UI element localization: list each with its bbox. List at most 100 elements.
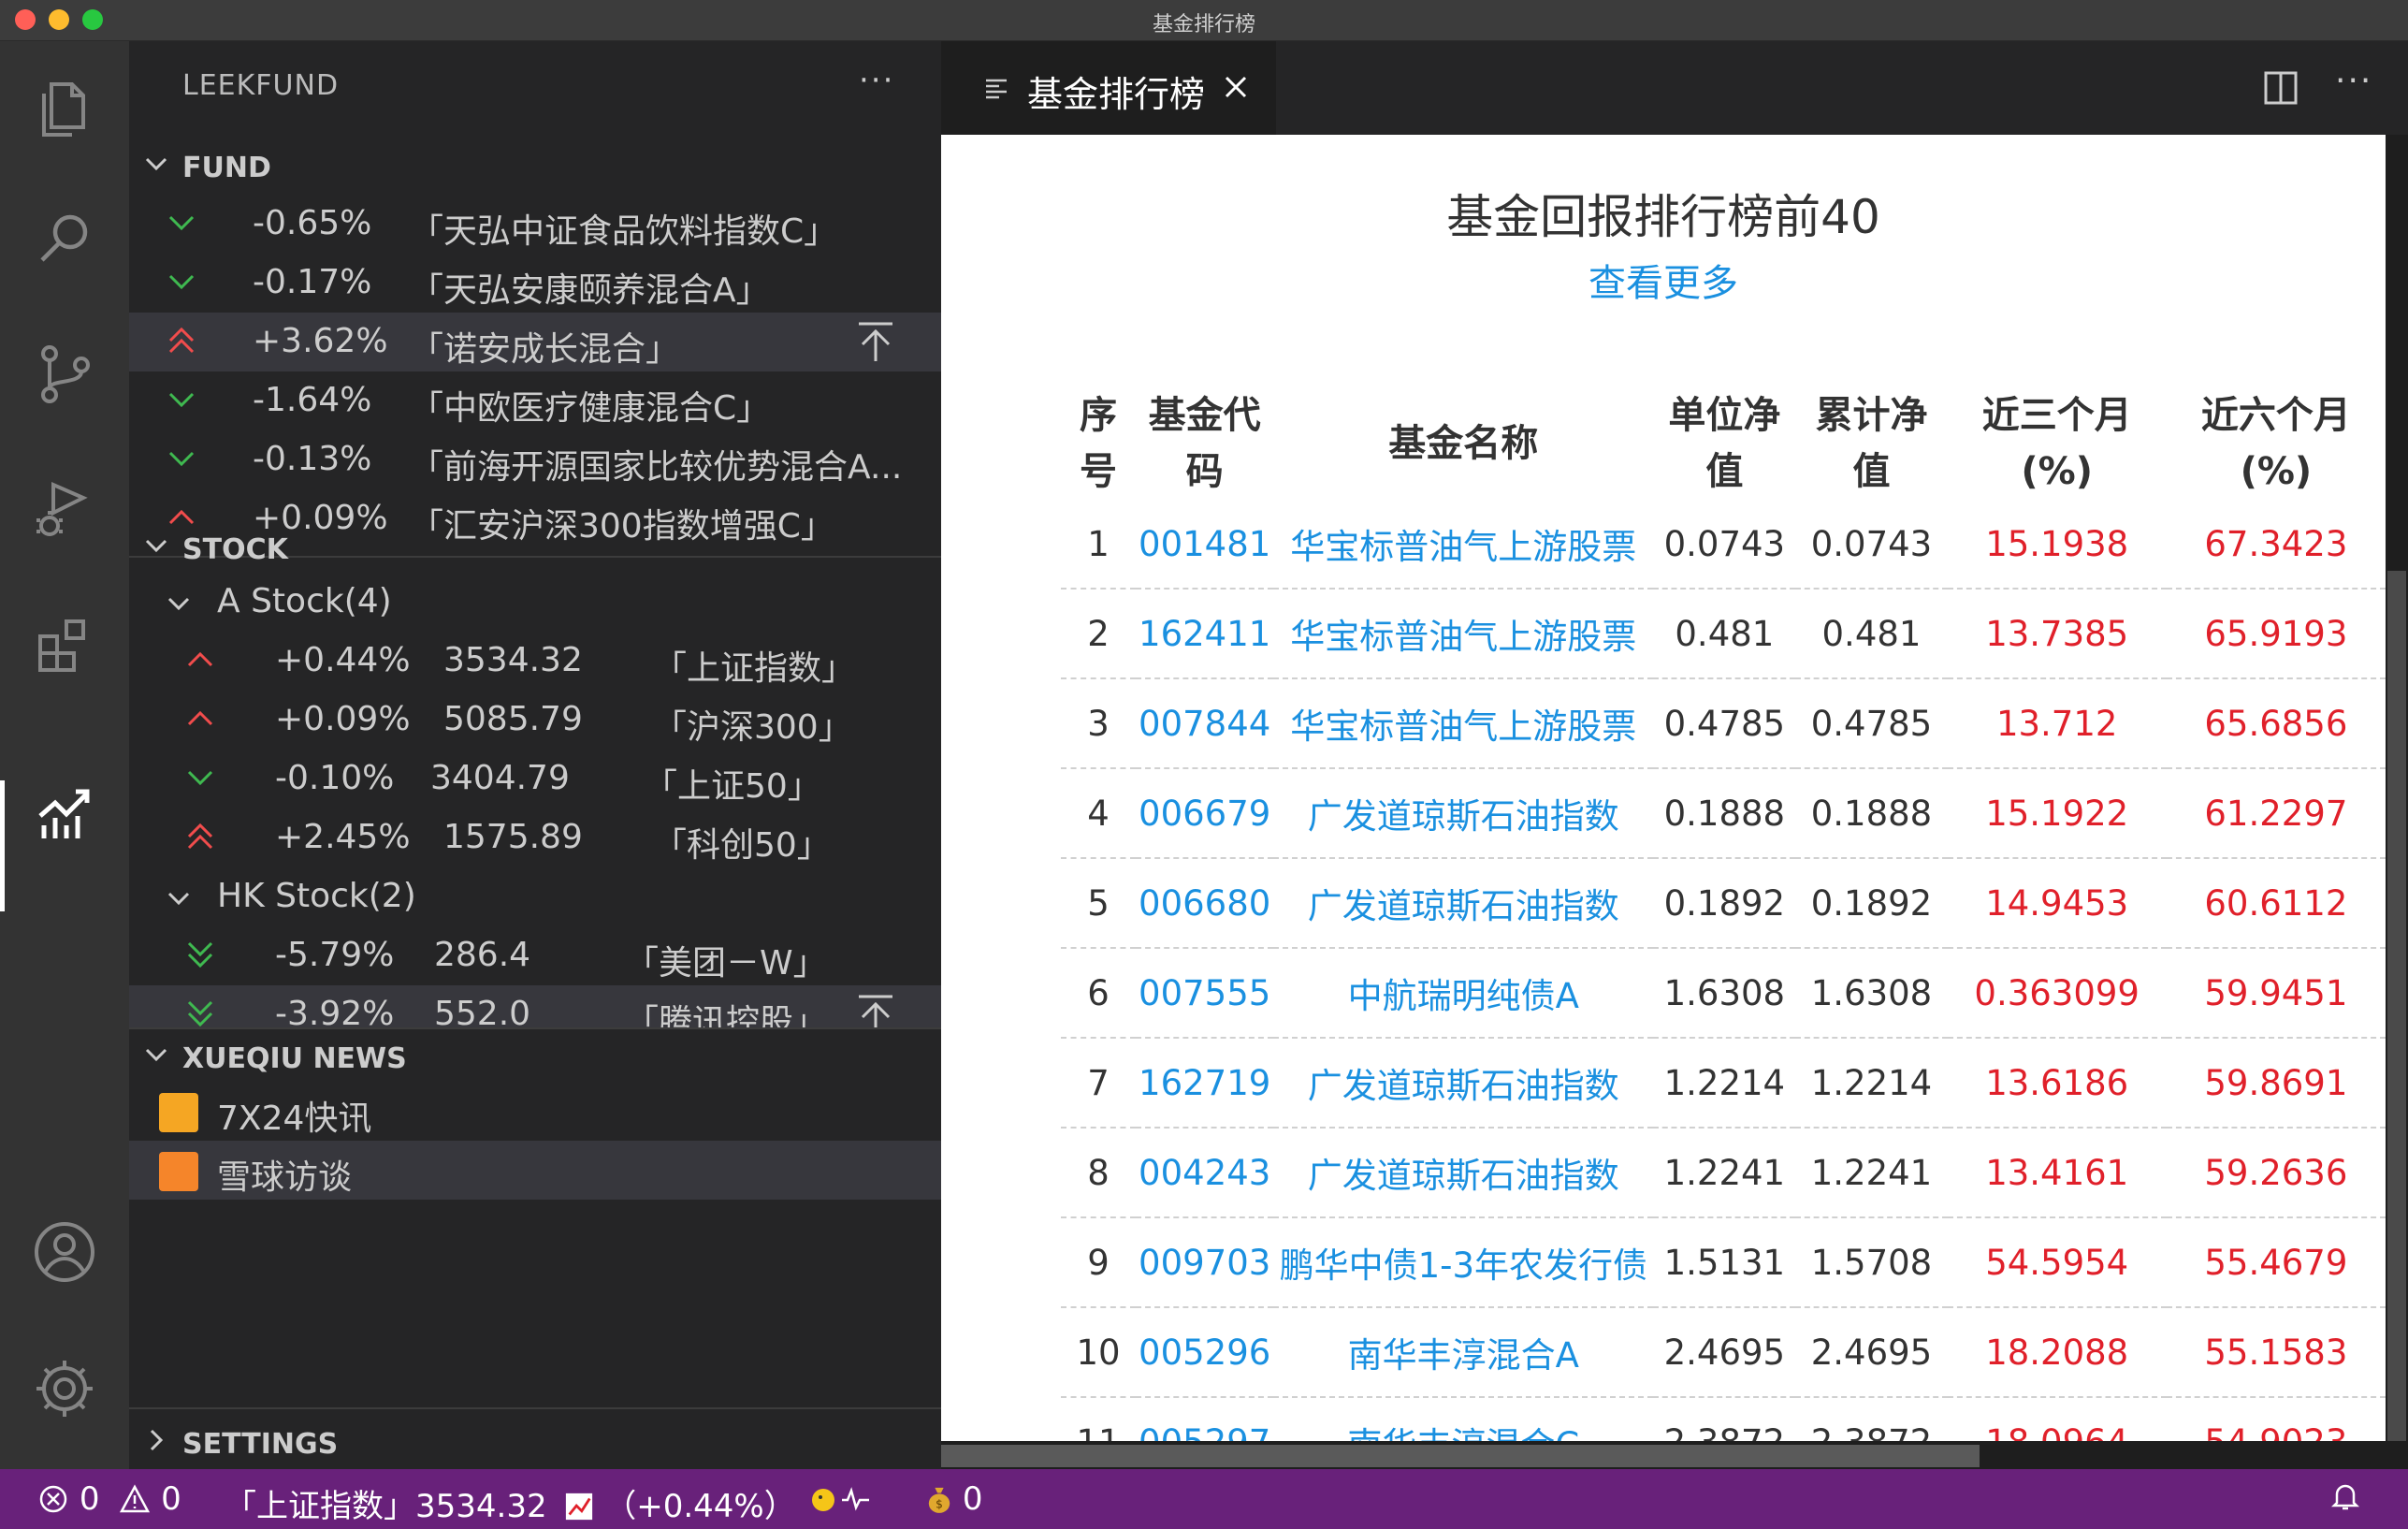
vertical-scrollbar-thumb[interactable] [2387, 571, 2406, 1441]
run-debug-icon[interactable] [27, 472, 102, 546]
stock-name: 「上证50」 [644, 767, 821, 806]
cell-code[interactable]: 001481 [1136, 500, 1274, 590]
pin-to-top-icon[interactable] [855, 991, 896, 1027]
settings-section-label: SETTINGS [182, 1428, 339, 1461]
stock-price: 1575.89 [443, 818, 583, 856]
cell-nav: 0.0743 [1653, 500, 1796, 590]
table-row: 11005297南华丰淳混合C2.38722.387218.096454.902… [1061, 1397, 2386, 1441]
leekfund-chart-icon[interactable] [27, 773, 102, 848]
cell-3m: 14.9453 [1947, 858, 2167, 949]
editor-more-button[interactable]: ··· [2335, 62, 2372, 100]
stock-price: 3534.32 [443, 641, 583, 679]
trend-down-icon [168, 274, 195, 290]
source-control-icon[interactable] [27, 337, 102, 412]
stock-row[interactable]: +0.44% 3534.32 「上证指数」 [129, 632, 941, 691]
stock-row[interactable]: +2.45% 1575.89 「科创50」 [129, 808, 941, 867]
fund-name: 「中欧医疗健康混合C」 [410, 389, 771, 428]
cell-nav: 1.5131 [1653, 1217, 1796, 1308]
trend-down-icon [168, 451, 195, 467]
status-fund-count[interactable]: $ 0 [926, 1480, 982, 1518]
notifications-button[interactable] [2329, 1480, 2361, 1521]
cell-name[interactable]: 华宝标普油气上游股票 [1273, 589, 1654, 679]
settings-section-header[interactable]: SETTINGS [129, 1420, 941, 1467]
sidebar-more-button[interactable]: ··· [859, 62, 894, 99]
cell-name[interactable]: 鹏华中债1-3年农发行债 [1273, 1217, 1654, 1308]
stock-row[interactable]: -0.10% 3404.79 「上证50」 [129, 750, 941, 808]
col-header-index: 序号 [1080, 394, 1118, 493]
cell-code[interactable]: 162411 [1136, 589, 1274, 679]
cell-name[interactable]: 华宝标普油气上游股票 [1273, 678, 1654, 769]
cell-name[interactable]: 南华丰淳混合A [1273, 1307, 1654, 1398]
cell-index: 2 [1061, 589, 1137, 679]
pin-to-top-icon[interactable] [855, 318, 896, 365]
fund-change: -0.17% [253, 263, 372, 301]
fund-section-header[interactable]: FUND [129, 144, 941, 191]
stock-row[interactable]: +0.09% 5085.79 「沪深300」 [129, 691, 941, 750]
fund-list: -0.65% 「天弘中证食品饮料指数C」 -0.17% 「天弘安康颐养混合A」 … [129, 195, 941, 556]
news-item-interview[interactable]: 雪球访谈 [129, 1141, 941, 1200]
hk-stock-group[interactable]: HK Stock(2) [129, 867, 941, 926]
cell-name[interactable]: 广发道琼斯石油指数 [1273, 1038, 1654, 1129]
stock-price: 5085.79 [443, 700, 583, 738]
split-editor-icon[interactable] [2262, 69, 2299, 107]
cell-name[interactable]: 华宝标普油气上游股票 [1273, 500, 1654, 590]
cell-index: 8 [1061, 1128, 1137, 1218]
cell-6m: 67.3423 [2166, 500, 2386, 590]
stock-price: 286.4 [434, 936, 531, 974]
cell-code[interactable]: 005297 [1136, 1397, 1274, 1441]
cell-3m: 15.1938 [1947, 500, 2167, 590]
see-more-link[interactable]: 查看更多 [941, 253, 2386, 307]
stock-row[interactable]: -5.79% 286.4 「美团－W」 [129, 926, 941, 985]
cell-code[interactable]: 005296 [1136, 1307, 1274, 1398]
cell-code[interactable]: 004243 [1136, 1128, 1274, 1218]
fund-row[interactable]: -1.64% 「中欧医疗健康混合C」 [129, 371, 941, 430]
table-row: 9 009703 鹏华中债1-3年农发行债 1.5131 1.5708 54.5954 55… [1061, 1217, 2386, 1308]
cell-code[interactable]: 009703 [1136, 1217, 1274, 1308]
fund-row[interactable]: -0.17% 「天弘安康颐养混合A」 [129, 254, 941, 313]
hk-stock-group-label: HK Stock(2) [217, 877, 416, 915]
gear-icon[interactable] [27, 1351, 102, 1426]
cell-name[interactable]: 广发道琼斯石油指数 [1273, 1128, 1654, 1218]
cell-6m: 59.8691 [2166, 1038, 2386, 1129]
cell-name[interactable]: 广发道琼斯石油指数 [1273, 858, 1654, 949]
cell-code[interactable]: 007555 [1136, 948, 1274, 1039]
cell-name[interactable]: 中航瑞明纯债A [1273, 948, 1654, 1039]
close-icon[interactable] [1222, 73, 1250, 101]
account-icon[interactable] [27, 1215, 102, 1289]
cell-code[interactable]: 007844 [1136, 678, 1274, 769]
status-index[interactable]: 「上证指数」3534.32 （+0.44%） [225, 1480, 796, 1526]
a-stock-group-label: A Stock(4) [217, 582, 392, 620]
cell-nav: 1.2214 [1653, 1038, 1796, 1129]
news-section-header[interactable]: XUEQIU NEWS [129, 1035, 941, 1082]
svg-text:$: $ [936, 1497, 943, 1510]
live-icon [159, 1093, 198, 1132]
cell-name[interactable]: 广发道琼斯石油指数 [1273, 768, 1654, 859]
stock-name: 「沪深300」 [653, 708, 852, 747]
cell-code[interactable]: 162719 [1136, 1038, 1274, 1129]
preview-icon [986, 79, 1007, 99]
stock-section-header[interactable]: STOCK [129, 526, 941, 573]
status-mascot[interactable] [810, 1480, 876, 1518]
cell-index: 7 [1061, 1038, 1137, 1129]
cell-index: 11 [1061, 1397, 1137, 1441]
problems-indicator[interactable]: 0 0 [37, 1480, 181, 1518]
fund-change: -1.64% [253, 381, 372, 419]
fund-row[interactable]: +3.62% 「诺安成长混合」 [129, 313, 941, 371]
col-header-3m: 近三个月(%) [1981, 394, 2132, 493]
search-icon[interactable] [27, 202, 102, 277]
fund-row[interactable]: -0.65% 「天弘中证食品饮料指数C」 [129, 195, 941, 254]
news-item-live[interactable]: 7X24快讯 [129, 1082, 941, 1141]
a-stock-group[interactable]: A Stock(4) [129, 573, 941, 632]
cell-name[interactable]: 南华丰淳混合C [1273, 1397, 1654, 1441]
cell-code[interactable]: 006679 [1136, 768, 1274, 859]
explorer-icon[interactable] [27, 67, 102, 142]
extensions-icon[interactable] [27, 606, 102, 681]
cell-code[interactable]: 006680 [1136, 858, 1274, 949]
horizontal-scrollbar-thumb[interactable] [941, 1445, 1980, 1467]
stock-row[interactable]: -3.92% 552.0 「腾讯控股」 [129, 985, 941, 1027]
status-index-change: （+0.44%） [604, 1488, 796, 1525]
tab-fund-ranking[interactable]: 基金排行榜 [941, 41, 1276, 135]
money-bag-icon: $ [928, 1487, 950, 1513]
fund-row[interactable]: -0.13% 「前海开源国家比较优势混合A... [129, 430, 941, 489]
fund-ranking-webview: 基金回报排行榜前40 查看更多 序号 基金代码 基金名称 单位净值 累计净值 近… [941, 135, 2386, 1441]
